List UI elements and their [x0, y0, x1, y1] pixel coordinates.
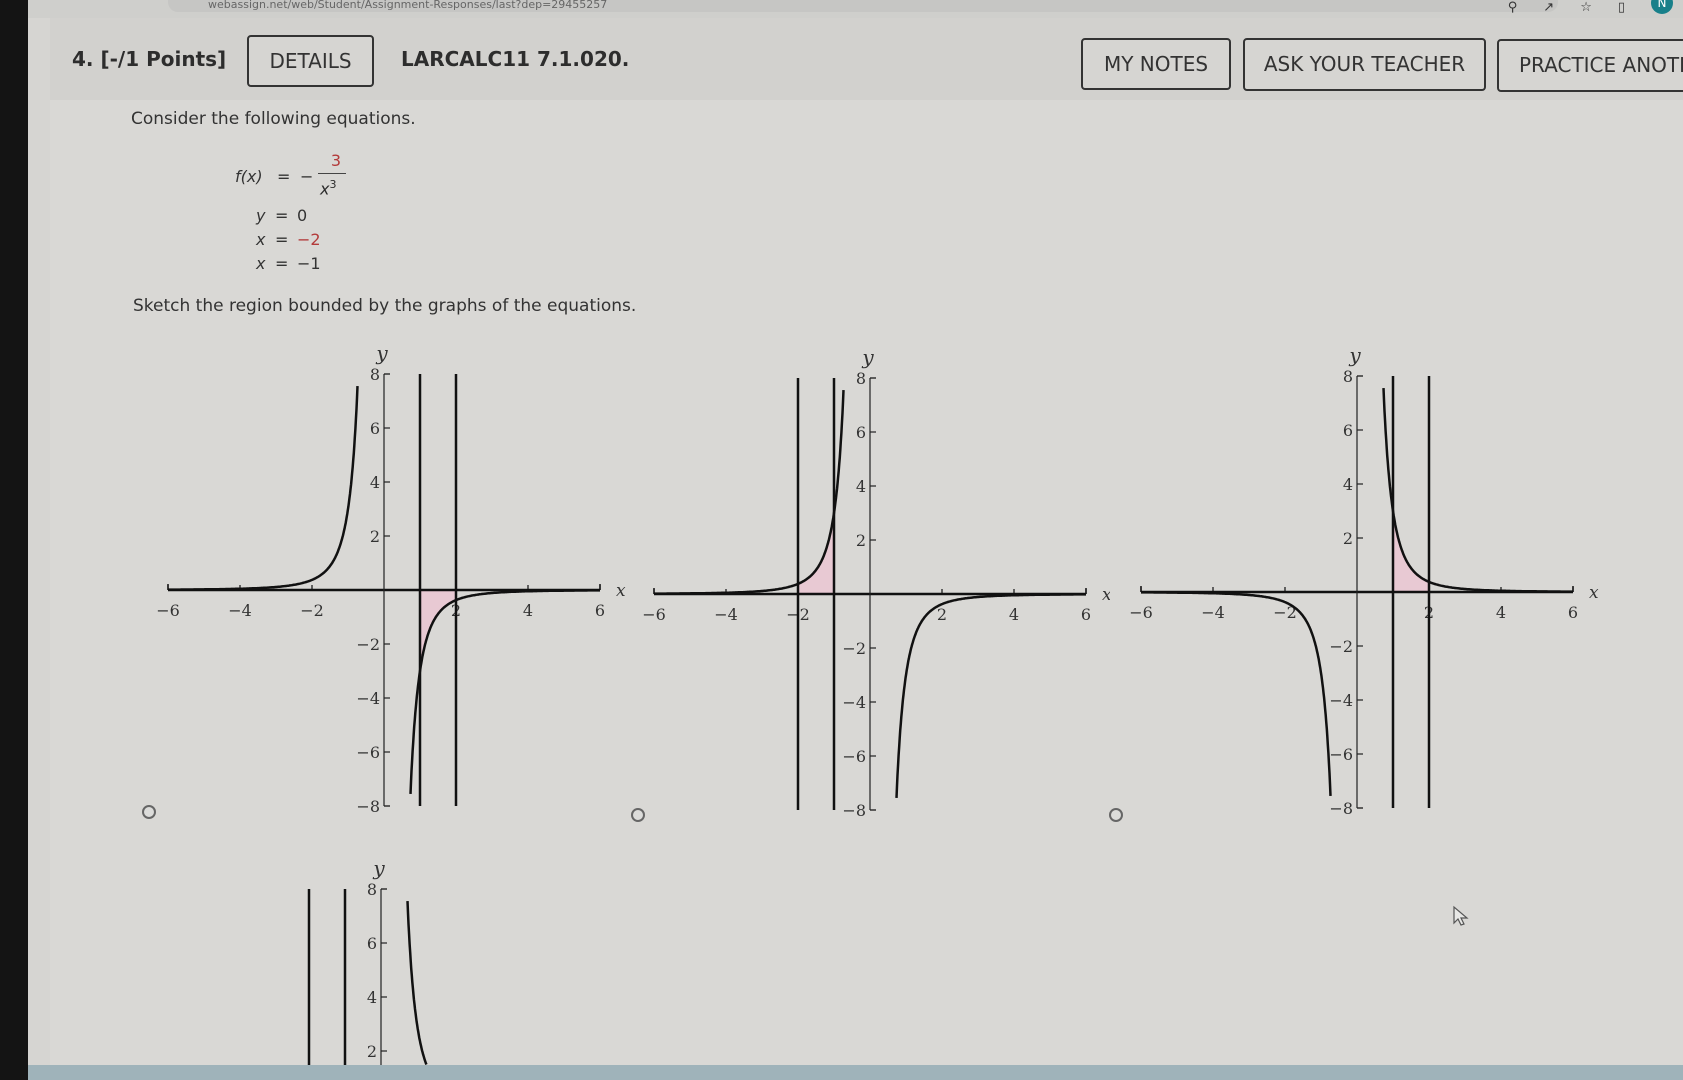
- x-axis-label: x: [616, 581, 626, 601]
- y-tick-label: 4: [370, 473, 380, 492]
- fx-label: f(x): [235, 167, 263, 186]
- my-notes-button[interactable]: MY NOTES: [1081, 38, 1231, 90]
- y-tick-label: −2: [842, 639, 866, 658]
- answer-graph-2: −6−4−2246x−8−6−4−22468y: [642, 345, 1110, 820]
- option-1-radio[interactable]: [142, 805, 156, 819]
- x-tick-label: −4: [1201, 603, 1225, 622]
- details-button[interactable]: DETAILS: [247, 35, 374, 87]
- y-tick-label: 4: [1343, 475, 1353, 494]
- function-curve-right-branch: [406, 901, 428, 1065]
- y-axis-label: y: [861, 345, 874, 369]
- function-curve-right-branch: [895, 593, 1086, 798]
- fraction-numerator: 3: [330, 151, 342, 170]
- x-tick-label: −6: [156, 601, 180, 620]
- eq2-lhs: x: [256, 230, 266, 249]
- eq2-rhs: −2: [297, 230, 321, 249]
- x-tick-label: 6: [1081, 605, 1091, 624]
- eq3-rhs: −1: [297, 254, 321, 273]
- question-code: LARCALC11 7.1.020.: [401, 47, 630, 71]
- y-tick-label: 8: [367, 880, 377, 899]
- fx-minus: −: [300, 167, 314, 186]
- practice-another-button[interactable]: PRACTICE ANOTHER: [1497, 39, 1683, 92]
- function-curve-right-branch: [1382, 388, 1573, 593]
- share-icon[interactable]: ↗: [1543, 0, 1554, 15]
- y-tick-label: −6: [356, 743, 380, 762]
- y-tick-label: −6: [1329, 745, 1353, 764]
- x-tick-label: 4: [1009, 605, 1019, 624]
- browser-toolbar-icons: ⚲ ↗ ☆ ▯ N: [1508, 0, 1673, 15]
- answer-graph-1: −6−4−2246x−8−6−4−22468y: [156, 341, 626, 816]
- function-curve-left-branch: [654, 390, 845, 595]
- y-tick-label: 6: [1343, 421, 1353, 440]
- answer-graph-4: 2 4 6 8y: [307, 856, 428, 1065]
- taskbar: [28, 1065, 1683, 1080]
- y-tick-label: 8: [856, 369, 866, 388]
- y-tick-label: 6: [367, 934, 377, 953]
- star-icon[interactable]: ☆: [1580, 0, 1592, 15]
- function-curve-left-branch: [168, 386, 359, 591]
- eq1-rhs: 0: [297, 206, 308, 225]
- y-tick-label: 2: [856, 531, 866, 550]
- y-axis-label: y: [372, 856, 385, 880]
- fx-equals: =: [277, 167, 291, 186]
- fraction-denominator: x3: [320, 178, 336, 198]
- eq2-sign: =: [275, 230, 289, 249]
- x-tick-label: 6: [1568, 603, 1578, 622]
- y-tick-label: 2: [367, 1042, 377, 1061]
- function-curve-right-branch: [409, 589, 600, 794]
- y-tick-label: 8: [370, 365, 380, 384]
- option-2-radio[interactable]: [631, 808, 645, 822]
- screen-bezel: [0, 0, 28, 1080]
- function-curve-left-branch: [1141, 591, 1332, 796]
- ask-your-teacher-button[interactable]: ASK YOUR TEACHER: [1243, 38, 1486, 91]
- x-tick-label: −4: [714, 605, 738, 624]
- sidepanel-icon[interactable]: ▯: [1618, 0, 1625, 15]
- x-tick-label: 4: [1496, 603, 1506, 622]
- y-tick-label: 8: [1343, 367, 1353, 386]
- address-bar[interactable]: webassign.net/web/Student/Assignment-Res…: [168, 0, 1558, 12]
- y-tick-label: −4: [356, 689, 380, 708]
- profile-avatar[interactable]: N: [1651, 0, 1673, 14]
- option-3-radio[interactable]: [1109, 808, 1123, 822]
- y-axis-label: y: [375, 341, 388, 365]
- y-tick-label: 2: [370, 527, 380, 546]
- y-axis-label: y: [1348, 343, 1361, 367]
- y-tick-label: 4: [856, 477, 866, 496]
- y-tick-label: −2: [356, 635, 380, 654]
- eq1-lhs: y: [256, 206, 266, 225]
- y-tick-label: 2: [1343, 529, 1353, 548]
- x-tick-label: 2: [937, 605, 947, 624]
- eq3-sign: =: [275, 254, 289, 273]
- x-tick-label: −6: [1129, 603, 1153, 622]
- eq1-sign: =: [275, 206, 289, 225]
- y-tick-label: −4: [1329, 691, 1353, 710]
- y-tick-label: 4: [367, 988, 377, 1007]
- question-number-points: 4. [-/1 Points]: [72, 47, 227, 71]
- x-tick-label: −2: [300, 601, 324, 620]
- x-axis-label: x: [1589, 583, 1599, 603]
- x-tick-label: 4: [523, 601, 533, 620]
- instruction-text: Sketch the region bounded by the graphs …: [133, 296, 637, 316]
- search-icon[interactable]: ⚲: [1508, 0, 1518, 15]
- y-tick-label: 6: [856, 423, 866, 442]
- x-tick-label: −4: [228, 601, 252, 620]
- eq3-lhs: x: [256, 254, 266, 273]
- y-tick-label: −6: [842, 747, 866, 766]
- denominator-exponent: 3: [329, 178, 337, 191]
- fraction-bar: [318, 173, 346, 174]
- prompt-text: Consider the following equations.: [131, 109, 416, 129]
- x-axis-label: x: [1102, 585, 1110, 605]
- y-tick-label: −2: [1329, 637, 1353, 656]
- y-tick-label: −4: [842, 693, 866, 712]
- answer-graph-3: −6−4−2246x−8−6−4−22468y: [1129, 343, 1599, 818]
- y-tick-label: −8: [1329, 799, 1353, 818]
- browser-toolbar: webassign.net/web/Student/Assignment-Res…: [28, 0, 1683, 18]
- y-tick-label: 6: [370, 419, 380, 438]
- x-tick-label: −6: [642, 605, 666, 624]
- x-tick-label: 6: [595, 601, 605, 620]
- mouse-cursor-icon: [1453, 905, 1469, 926]
- y-tick-label: −8: [356, 797, 380, 816]
- y-tick-label: −8: [842, 801, 866, 820]
